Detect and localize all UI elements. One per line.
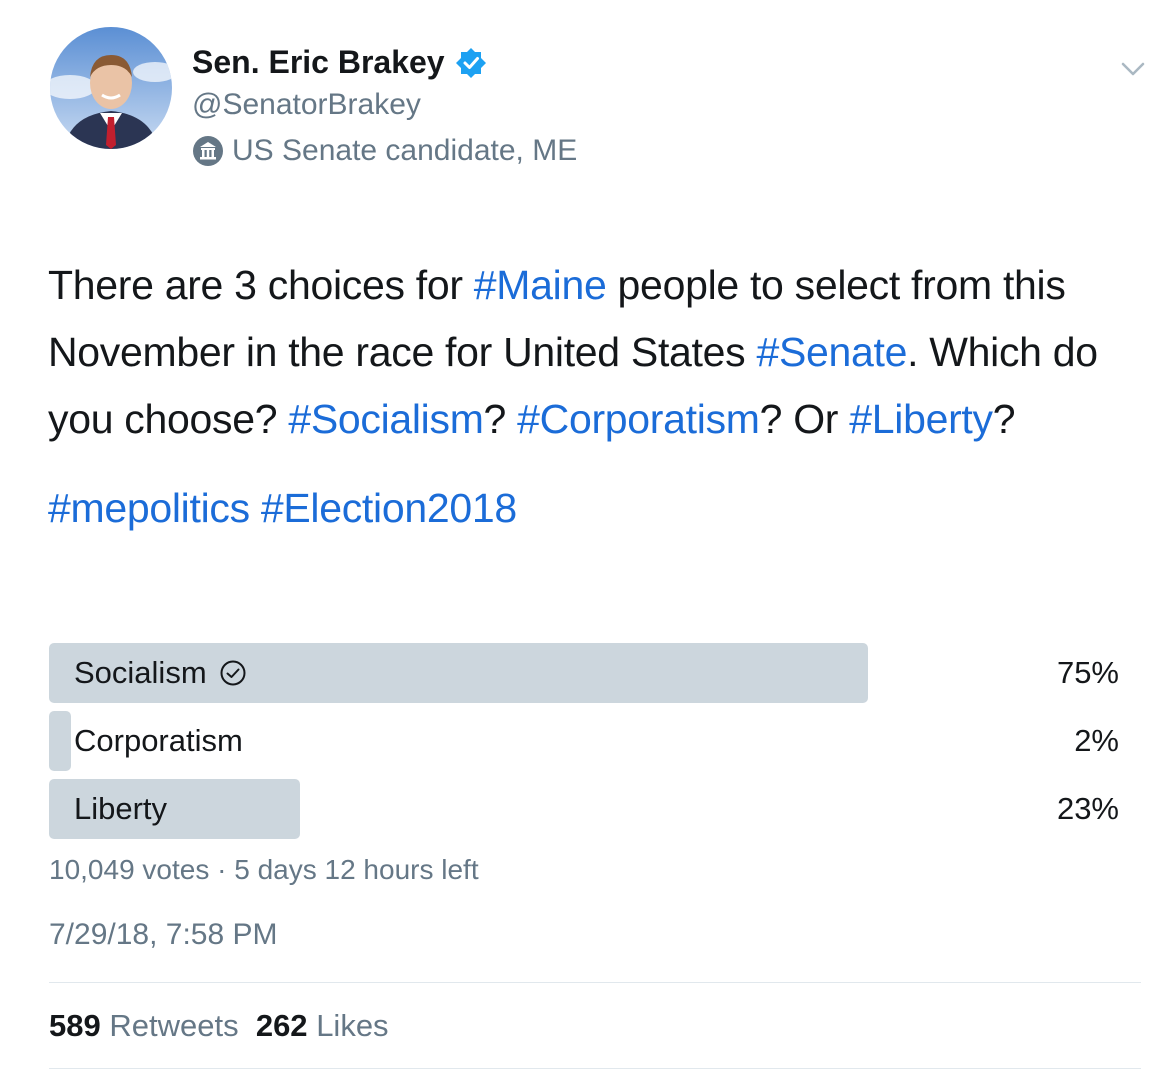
likes-label: Likes <box>316 1008 389 1043</box>
user-handle[interactable]: @SenatorBrakey <box>192 88 421 122</box>
retweets-count: 589 <box>49 1008 101 1043</box>
likes-stat[interactable]: 262 Likes <box>256 1008 389 1043</box>
tweet-text: There are 3 choices for #Maine people to… <box>48 252 1138 542</box>
likes-count: 262 <box>255 1008 308 1043</box>
poll-meta: 10,049 votes · 5 days 12 hours left <box>49 854 479 885</box>
hashtag-link[interactable]: #Election2018 <box>261 485 517 531</box>
hashtag-link[interactable]: #Liberty <box>849 396 993 442</box>
hashtag-link[interactable]: #Maine <box>474 262 607 308</box>
poll-option-percent: 75% <box>1056 655 1119 690</box>
display-name[interactable]: Sen. Eric Brakey <box>192 44 445 81</box>
tweet-hashtag-line: #mepolitics #Election2018 <box>48 475 1138 542</box>
tweet-text-segment: ? <box>992 396 1016 442</box>
divider <box>49 982 1141 983</box>
poll-option-label: Liberty <box>74 791 168 826</box>
poll-option-label: Socialism <box>74 655 207 690</box>
poll-option: Corporatism 2% <box>49 711 1119 771</box>
hashtag-link[interactable]: #Corporatism <box>517 396 760 442</box>
verified-badge-icon <box>455 47 487 79</box>
poll-option-percent: 2% <box>1074 723 1119 758</box>
poll-option: Socialism 75% <box>49 643 1119 703</box>
chevron-down-icon[interactable] <box>1118 56 1148 82</box>
tweet-text-segment: ? <box>483 396 518 442</box>
hashtag-link[interactable]: #Senate <box>756 329 907 375</box>
retweets-stat[interactable]: 589 Retweets <box>49 1008 239 1043</box>
retweets-label: Retweets <box>109 1008 239 1043</box>
hashtag-link[interactable]: #mepolitics <box>48 485 250 531</box>
poll-option-percent: 23% <box>1056 791 1119 826</box>
tweet-text-segment: ? Or <box>759 396 850 442</box>
poll-bar <box>49 711 71 771</box>
tweet-paragraph: There are 3 choices for #Maine people to… <box>48 252 1138 453</box>
account-label[interactable]: US Senate candidate, ME <box>232 134 577 168</box>
poll-option: Liberty 23% <box>49 779 1119 839</box>
government-building-icon <box>192 135 224 167</box>
tweet-text-segment <box>250 485 261 531</box>
tweet-timestamp[interactable]: 7/29/18, 7:58 PM <box>49 918 278 952</box>
tweet-text-segment: There are 3 choices for <box>48 262 474 308</box>
check-circle-icon <box>219 659 247 687</box>
avatar[interactable] <box>50 27 172 149</box>
hashtag-link[interactable]: #Socialism <box>288 396 484 442</box>
poll-option-label: Corporatism <box>74 723 243 758</box>
divider <box>49 1068 1141 1069</box>
tweet-stats: 589 Retweets 262 Likes <box>49 1008 389 1044</box>
